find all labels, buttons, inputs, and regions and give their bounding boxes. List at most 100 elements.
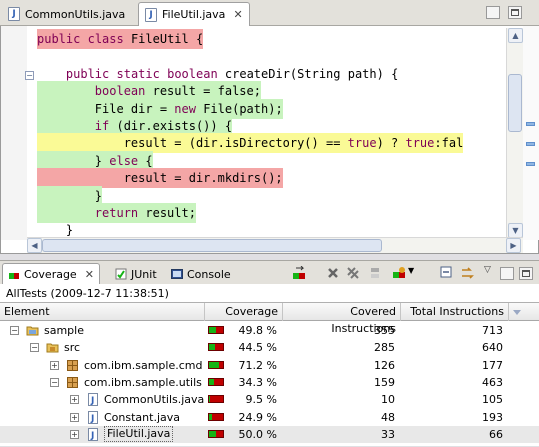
collapse-icon[interactable]: −	[25, 71, 34, 80]
view-tab-bar: Coverage ✕ JUnit Console ▼ ▽	[0, 260, 539, 285]
minimize-editor-button[interactable]	[486, 6, 500, 19]
coverage-bar	[208, 429, 224, 438]
view-menu-icon[interactable]: ▽	[484, 265, 491, 275]
coverage-bar	[208, 326, 224, 334]
editor-tab-label: CommonUtils.java	[25, 7, 126, 21]
close-icon[interactable]: ✕	[85, 268, 94, 281]
link-editor-icon[interactable]	[460, 266, 474, 280]
tab-label: Console	[187, 267, 231, 281]
overview-marker[interactable]	[526, 162, 535, 166]
table-body: − sample 49.8 % 355 713− src 44.5 % 285 640 + com.…	[0, 322, 539, 447]
junit-icon	[115, 268, 127, 280]
source-folder-icon	[46, 341, 59, 354]
merge-sessions-icon[interactable]	[368, 266, 382, 280]
expand-icon[interactable]: +	[50, 360, 59, 370]
java-file-icon: J	[8, 7, 20, 21]
scroll-down-icon[interactable]: ▼	[508, 223, 523, 238]
column-covered-instructions[interactable]: Covered Instructions	[283, 303, 401, 335]
editor-tab-commonutils[interactable]: J CommonUtils.java	[2, 2, 131, 26]
collapse-icon[interactable]: −	[10, 326, 19, 335]
scroll-up-icon[interactable]: ▲	[508, 28, 523, 43]
expand-icon[interactable]: +	[70, 395, 79, 405]
coverage-percent: 34.3 %	[238, 375, 277, 389]
collapse-icon[interactable]: −	[50, 377, 59, 387]
horizontal-scrollbar[interactable]: ◀ ▶	[27, 237, 523, 253]
coverage-bar	[208, 343, 224, 352]
scroll-thumb[interactable]	[508, 74, 522, 132]
coverage-percent: 9.5 %	[245, 393, 277, 407]
collapse-icon[interactable]: −	[30, 343, 39, 353]
remove-session-icon[interactable]	[326, 266, 340, 280]
editor-ruler: −	[1, 26, 34, 240]
close-icon[interactable]: ✕	[233, 8, 242, 21]
element-name: sample	[44, 324, 84, 337]
tab-console[interactable]: Console	[166, 263, 236, 285]
java-file-icon: J	[145, 7, 157, 22]
covered-instructions: 48	[381, 410, 395, 424]
coverage-table[interactable]: Element Coverage Covered Instructions To…	[0, 302, 539, 446]
coverage-percent: 24.9 %	[238, 410, 277, 424]
svg-text:J: J	[90, 431, 94, 441]
tab-coverage[interactable]: Coverage ✕	[2, 263, 100, 285]
table-row[interactable]: + com.ibm.sample.cmd 71.2 % 126 177	[0, 357, 539, 374]
coverage-percent: 44.5 %	[238, 341, 277, 355]
column-element[interactable]: Element	[0, 303, 205, 321]
element-name: com.ibm.sample.cmd	[84, 358, 203, 372]
relaunch-icon[interactable]	[292, 266, 306, 280]
column-coverage[interactable]: Coverage	[205, 303, 283, 321]
project-icon	[26, 324, 39, 337]
total-instructions: 713	[482, 324, 503, 337]
table-header: Element Coverage Covered Instructions To…	[0, 303, 539, 335]
vertical-scrollbar[interactable]: ▲ ▼	[506, 28, 523, 240]
package-icon	[66, 376, 79, 389]
tab-label: Coverage	[24, 268, 77, 281]
covered-instructions: 355	[374, 324, 395, 337]
java-file-icon: J	[86, 393, 99, 407]
table-row[interactable]: − src 44.5 % 285 640	[0, 339, 539, 356]
collapse-all-icon[interactable]	[440, 266, 454, 280]
table-row[interactable]: − sample 49.8 % 355 713	[0, 322, 539, 339]
session-label: AllTests (2009-12-7 11:38:51)	[0, 284, 539, 302]
coverage-icon	[9, 272, 19, 279]
table-row[interactable]: + J FileUtil.java 50.0 % 33 66	[0, 425, 539, 443]
scroll-left-icon[interactable]: ◀	[27, 238, 42, 253]
code-editor[interactable]: − public class FileUtil { public static …	[0, 26, 539, 254]
editor-tab-bar: J CommonUtils.java J FileUtil.java ✕	[0, 0, 539, 26]
total-instructions: 66	[489, 427, 503, 441]
editor-tab-label: FileUtil.java	[162, 8, 226, 21]
svg-text:J: J	[90, 414, 94, 424]
tab-junit[interactable]: JUnit	[110, 263, 162, 285]
scroll-thumb[interactable]	[42, 239, 382, 252]
column-total-instructions[interactable]: Total Instructions	[401, 303, 509, 321]
overview-marker[interactable]	[526, 142, 535, 146]
remove-all-sessions-icon[interactable]	[346, 266, 360, 280]
overview-marker[interactable]	[526, 122, 535, 126]
java-file-icon: J	[86, 427, 99, 441]
package-icon	[66, 359, 79, 372]
dropdown-icon[interactable]: ▼	[408, 266, 414, 275]
select-session-icon[interactable]	[392, 266, 406, 280]
element-name: FileUtil.java	[104, 425, 174, 442]
element-name: Constant.java	[104, 410, 180, 424]
code-line[interactable]: public class FileUtil {	[37, 29, 204, 49]
coverage-bar	[208, 377, 224, 386]
overview-ruler[interactable]	[523, 26, 539, 240]
total-instructions: 640	[482, 341, 503, 355]
table-row[interactable]: + J Constant.java 24.9 % 48 193	[0, 409, 539, 426]
element-name: CommonUtils.java	[104, 393, 205, 407]
minimize-view-button[interactable]	[500, 267, 514, 280]
maximize-view-button[interactable]	[519, 267, 533, 280]
expand-icon[interactable]: +	[70, 412, 79, 422]
covered-instructions: 126	[374, 358, 395, 372]
table-row[interactable]: + J CommonUtils.java 9.5 % 10 105	[0, 391, 539, 408]
scroll-right-icon[interactable]: ▶	[506, 238, 521, 253]
table-row[interactable]: − com.ibm.sample.utils 34.3 % 159 463	[0, 374, 539, 391]
editor-tab-fileutil[interactable]: J FileUtil.java ✕	[138, 2, 250, 26]
covered-instructions: 33	[381, 427, 395, 441]
sort-indicator-icon[interactable]	[511, 306, 523, 318]
expand-icon[interactable]: +	[70, 429, 79, 439]
tab-label: JUnit	[131, 267, 157, 281]
maximize-editor-button[interactable]	[508, 6, 522, 19]
covered-instructions: 285	[374, 341, 395, 355]
total-instructions: 177	[482, 358, 503, 372]
